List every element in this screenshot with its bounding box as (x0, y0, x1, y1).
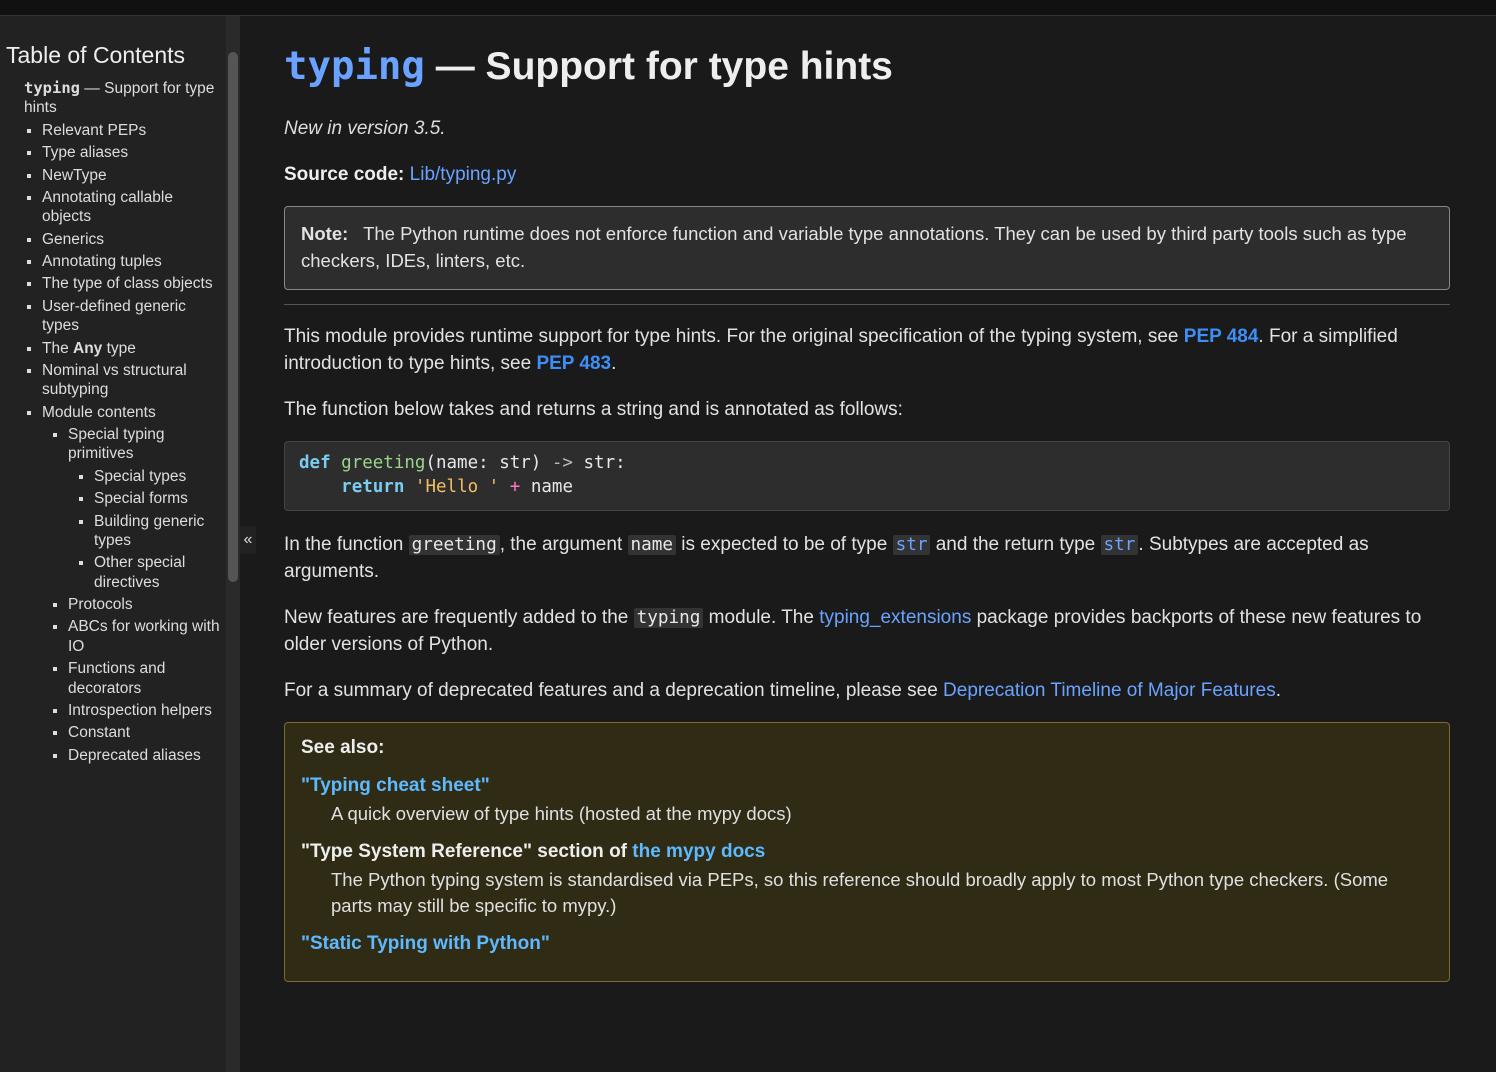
static-typing-python-link[interactable]: "Static Typing with Python" (301, 933, 550, 954)
toc-item[interactable]: The Any type (42, 339, 220, 358)
mypy-docs-link[interactable]: the mypy docs (632, 841, 765, 862)
toc-heading: Table of Contents (6, 42, 220, 69)
source-code-link[interactable]: Lib/typing.py (410, 164, 517, 185)
page-title: typing — Support for type hints (284, 44, 1450, 89)
see-also-item-1-title: "Typing cheat sheet" (301, 775, 1433, 797)
toc-item[interactable]: Special types (94, 467, 220, 486)
toc-item[interactable]: Module contents Special typing primitive… (42, 403, 220, 765)
pep-483-link[interactable]: PEP 483 (536, 353, 611, 374)
deprecation-timeline-link[interactable]: Deprecation Timeline of Major Features (943, 680, 1276, 701)
typing-extensions-link[interactable]: typing_extensions (819, 607, 971, 628)
main-content: typing — Support for type hints New in v… (240, 16, 1496, 1072)
sidebar: Table of Contents typing — Support for t… (0, 16, 240, 1072)
intro-paragraph-1: This module provides runtime support for… (284, 323, 1450, 378)
note-label: Note: (301, 223, 348, 244)
toc-item[interactable]: Annotating callable objects (42, 188, 220, 227)
code-example: def greeting(name: str) -> str: return '… (284, 441, 1450, 510)
toc-item[interactable]: NewType (42, 166, 220, 185)
toc-item[interactable]: Relevant PEPs (42, 121, 220, 140)
toc-item[interactable]: Nominal vs structural subtyping (42, 361, 220, 400)
toc-item[interactable]: Functions and decorators (68, 659, 220, 698)
chevron-left-icon: « (244, 531, 253, 549)
version-added: New in version 3.5. (284, 115, 1450, 143)
see-also-item-2-desc: The Python typing system is standardised… (331, 867, 1433, 919)
toc-item[interactable]: Annotating tuples (42, 252, 220, 271)
toc-item[interactable]: Constant (68, 723, 220, 742)
note-box: Note: The Python runtime does not enforc… (284, 206, 1450, 290)
toc-item[interactable]: Generics (42, 230, 220, 249)
page-container: Table of Contents typing — Support for t… (0, 16, 1496, 1072)
sidebar-scrollbar[interactable] (226, 16, 240, 1072)
toc-item[interactable]: The type of class objects (42, 274, 220, 293)
note-text: The Python runtime does not enforce func… (301, 223, 1407, 271)
see-also-item-3-title: "Static Typing with Python" (301, 933, 1433, 955)
toc-item[interactable]: ABCs for working with IO (68, 617, 220, 656)
intro-paragraph-3: In the function greeting, the argument n… (284, 531, 1450, 586)
toc-item[interactable]: Deprecated aliases (68, 746, 220, 765)
divider (284, 304, 1450, 305)
see-also-box: See also: "Typing cheat sheet" A quick o… (284, 722, 1450, 982)
see-also-title: See also: (301, 737, 1433, 759)
sidebar-content: Table of Contents typing — Support for t… (0, 16, 226, 1072)
toc-item[interactable]: User-defined generic types (42, 297, 220, 336)
toc-item[interactable]: Building generic types (94, 512, 220, 551)
see-also-item-1-desc: A quick overview of type hints (hosted a… (331, 801, 1433, 827)
intro-paragraph-5: For a summary of deprecated features and… (284, 677, 1450, 705)
see-also-item-2-title: "Type System Reference" section of the m… (301, 841, 1433, 863)
toc-root[interactable]: typing — Support for type hints Relevant… (24, 79, 220, 765)
toc-item[interactable]: Introspection helpers (68, 701, 220, 720)
intro-paragraph-2: The function below takes and returns a s… (284, 396, 1450, 424)
top-bar (0, 0, 1496, 16)
collapse-sidebar-button[interactable]: « (240, 526, 256, 554)
source-code-line: Source code: Lib/typing.py (284, 161, 1450, 189)
typing-cheat-sheet-link[interactable]: "Typing cheat sheet" (301, 775, 490, 796)
toc-item[interactable]: Special typing primitives Special types … (68, 425, 220, 592)
module-name-link[interactable]: typing (284, 44, 425, 89)
toc-item[interactable]: Protocols (68, 595, 220, 614)
toc-item[interactable]: Special forms (94, 489, 220, 508)
intro-paragraph-4: New features are frequently added to the… (284, 604, 1450, 659)
toc-item[interactable]: Type aliases (42, 143, 220, 162)
sidebar-scrollbar-thumb[interactable] (228, 52, 238, 582)
pep-484-link[interactable]: PEP 484 (1184, 326, 1259, 347)
toc-item[interactable]: Other special directives (94, 553, 220, 592)
